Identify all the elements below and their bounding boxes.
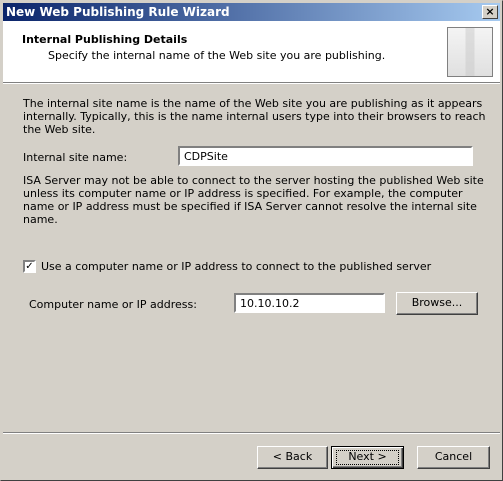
wizard-header-icon [447, 27, 493, 77]
computer-name-input[interactable]: 10.10.10.2 [234, 293, 385, 313]
use-ip-checkbox[interactable]: ✓ [23, 260, 36, 273]
back-button[interactable]: < Back [257, 446, 328, 469]
title-bar[interactable]: New Web Publishing Rule Wizard × [3, 3, 500, 21]
footer-divider [3, 432, 500, 434]
intro-text: The internal site name is the name of th… [23, 97, 486, 136]
header-divider [3, 82, 500, 84]
wizard-header: Internal Publishing Details Specify the … [3, 21, 500, 82]
internal-site-name-label: Internal site name: [23, 151, 128, 164]
wizard-window: New Web Publishing Rule Wizard × Interna… [0, 0, 503, 481]
next-button[interactable]: Next > [331, 446, 404, 469]
close-icon[interactable]: × [482, 5, 498, 19]
window-title: New Web Publishing Rule Wizard [6, 5, 230, 19]
connection-note: ISA Server may not be able to connect to… [23, 174, 484, 226]
internal-site-name-input[interactable]: CDPSite [178, 146, 473, 166]
cancel-button[interactable]: Cancel [417, 446, 490, 469]
focus-rectangle [336, 450, 399, 465]
computer-name-label: Computer name or IP address: [29, 298, 197, 311]
browse-button[interactable]: Browse... [396, 292, 478, 315]
use-ip-checkbox-label[interactable]: Use a computer name or IP address to con… [41, 260, 431, 273]
page-title: Internal Publishing Details [22, 33, 188, 46]
page-subtitle: Specify the internal name of the Web sit… [48, 49, 386, 62]
